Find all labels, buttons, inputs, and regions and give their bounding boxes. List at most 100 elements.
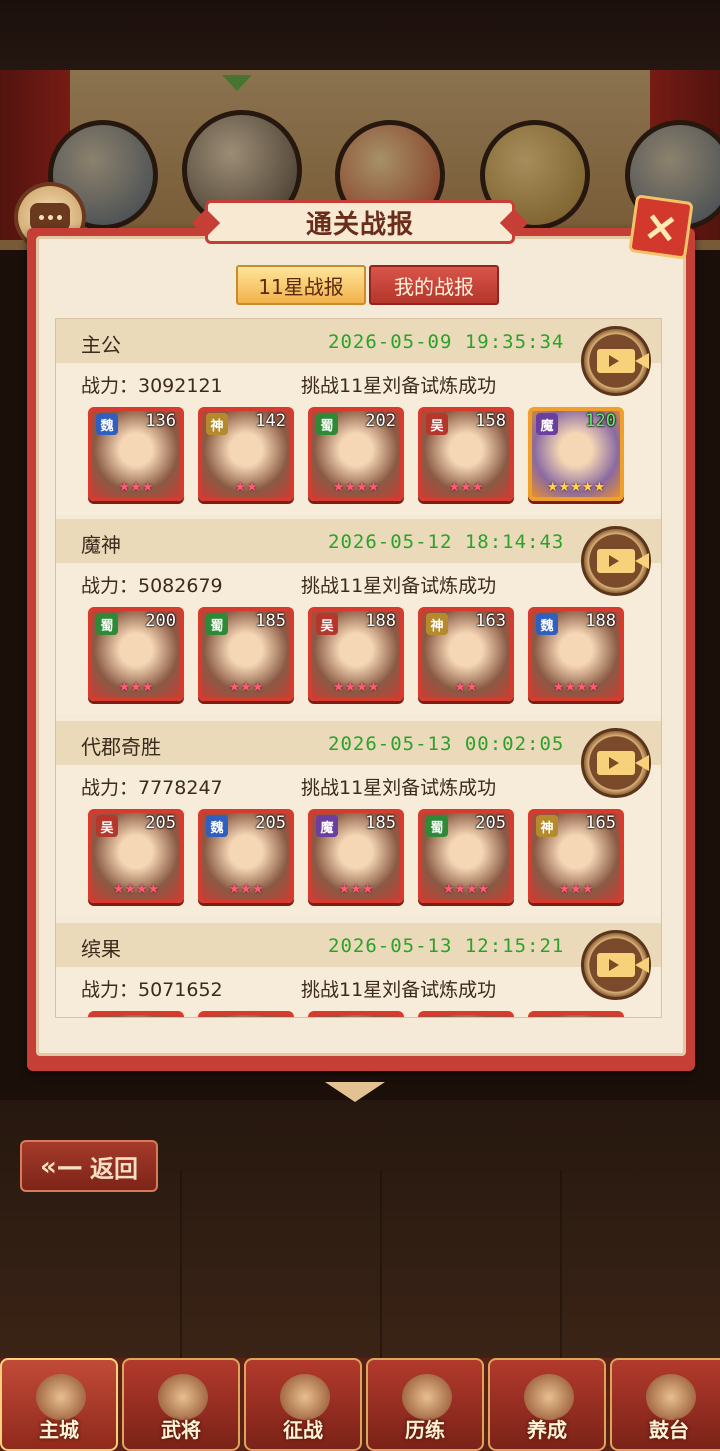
player-power: 战力：5071652 xyxy=(81,979,223,1001)
hero-card[interactable]: 神 163 ★★ xyxy=(418,607,514,701)
hero-stars: ★★★ xyxy=(338,882,374,897)
hero-level: 205 xyxy=(145,813,176,833)
faction-badge: 魏 xyxy=(96,413,118,435)
hero-lineup: 吴 205 ★★★★ 魏 205 ★★★ 魔 185 ★★★ 蜀 205 ★★★★ 神 165 ★★… xyxy=(88,809,648,904)
video-camera-icon xyxy=(597,549,649,573)
replay-button[interactable] xyxy=(581,526,651,596)
report-card: 缤果 2026-05-13 12:15:21 战力：5071652 挑战11星刘… xyxy=(56,923,661,1017)
hero-level: 200 xyxy=(145,611,176,631)
video-camera-icon xyxy=(597,751,649,775)
hero-stars: ★★★ xyxy=(228,680,264,695)
hero-stars: ★★★★ xyxy=(552,680,600,695)
hero-level: 188 xyxy=(585,611,616,631)
close-button[interactable]: × xyxy=(628,194,694,260)
hero-card[interactable] xyxy=(528,1011,624,1017)
player-name: 代郡奇胜 xyxy=(81,735,161,759)
hero-card[interactable]: 神 165 ★★★ xyxy=(528,809,624,903)
hero-level: 185 xyxy=(255,611,286,631)
faction-badge: 魏 xyxy=(536,613,558,635)
replay-button[interactable] xyxy=(581,728,651,798)
hero-card[interactable] xyxy=(308,1011,404,1017)
hero-card[interactable]: 蜀 205 ★★★★ xyxy=(418,809,514,903)
hero-level: 205 xyxy=(255,813,286,833)
hero-card[interactable] xyxy=(198,1011,294,1017)
close-icon: × xyxy=(640,199,682,254)
report-result: 挑战11星刘备试炼成功 xyxy=(301,375,497,397)
faction-badge: 蜀 xyxy=(206,613,228,635)
chat-icon xyxy=(30,203,70,231)
hero-card[interactable]: 魔 120 ★★★★★ xyxy=(528,407,624,501)
report-time: 2026-05-13 12:15:21 xyxy=(328,935,565,957)
report-time: 2026-05-09 19:35:34 xyxy=(328,331,565,353)
back-button[interactable]: «— 返回 xyxy=(20,1140,158,1192)
faction-badge: 神 xyxy=(206,413,228,435)
faction-badge: 吴 xyxy=(316,613,338,635)
hero-card[interactable]: 魏 136 ★★★ xyxy=(88,407,184,501)
nav-drum-stage[interactable]: 鼓台 xyxy=(610,1358,720,1451)
faction-badge: 魔 xyxy=(536,413,558,435)
hero-stars: ★★★ xyxy=(228,882,264,897)
report-result: 挑战11星刘备试炼成功 xyxy=(301,575,497,597)
player-power: 战力：7778247 xyxy=(81,777,223,799)
video-camera-icon xyxy=(597,953,649,977)
tab-11-star-report[interactable]: 11星战报 xyxy=(236,265,366,305)
video-camera-icon xyxy=(597,349,649,373)
hero-card[interactable]: 神 142 ★★ xyxy=(198,407,294,501)
player-power: 战力：3092121 xyxy=(81,375,223,397)
hero-level: 188 xyxy=(365,611,396,631)
hero-stars: ★★★ xyxy=(558,882,594,897)
faction-badge: 蜀 xyxy=(426,815,448,837)
hero-stars: ★★★★ xyxy=(442,882,490,897)
faction-badge: 魏 xyxy=(206,815,228,837)
hero-stars: ★★ xyxy=(454,680,478,695)
hero-stars: ★★★★ xyxy=(332,680,380,695)
faction-badge: 神 xyxy=(536,815,558,837)
replay-button[interactable] xyxy=(581,326,651,396)
report-time: 2026-05-12 18:14:43 xyxy=(328,531,565,553)
hero-level: 163 xyxy=(475,611,506,631)
hero-level: 136 xyxy=(145,411,176,431)
hero-card[interactable]: 魔 185 ★★★ xyxy=(308,809,404,903)
nav-label: 鼓台 xyxy=(649,1418,689,1442)
hero-stars: ★★★ xyxy=(448,480,484,495)
nav-label: 武将 xyxy=(161,1418,201,1442)
nav-campaign[interactable]: 征战 xyxy=(244,1358,362,1451)
player-name: 缤果 xyxy=(81,937,121,961)
report-result: 挑战11星刘备试炼成功 xyxy=(301,777,497,799)
hero-level: 120 xyxy=(585,411,616,431)
nav-cultivate[interactable]: 养成 xyxy=(488,1358,606,1451)
hero-level: 158 xyxy=(475,411,506,431)
hero-lineup xyxy=(88,1011,648,1017)
player-name: 主公 xyxy=(81,333,121,357)
hero-card[interactable] xyxy=(88,1011,184,1017)
hero-card[interactable]: 蜀 202 ★★★★ xyxy=(308,407,404,501)
hero-stars: ★★★★ xyxy=(332,480,380,495)
replay-button[interactable] xyxy=(581,930,651,1000)
hero-stars: ★★★ xyxy=(118,480,154,495)
tab-my-report[interactable]: 我的战报 xyxy=(369,265,499,305)
nav-training[interactable]: 历练 xyxy=(366,1358,484,1451)
hero-stars: ★★ xyxy=(234,480,258,495)
nav-label: 征战 xyxy=(283,1418,323,1442)
hero-card[interactable] xyxy=(418,1011,514,1017)
hero-level: 165 xyxy=(585,813,616,833)
back-arrow-icon: «— xyxy=(40,1152,83,1182)
nav-label: 主城 xyxy=(39,1418,79,1442)
hero-card[interactable]: 魏 205 ★★★ xyxy=(198,809,294,903)
nav-generals[interactable]: 武将 xyxy=(122,1358,240,1451)
chevron-down-icon[interactable] xyxy=(325,1082,385,1112)
nav-main-city[interactable]: 主城 xyxy=(0,1358,118,1451)
faction-badge: 吴 xyxy=(426,413,448,435)
hero-card[interactable]: 吴 188 ★★★★ xyxy=(308,607,404,701)
faction-badge: 魔 xyxy=(316,815,338,837)
hero-lineup: 蜀 200 ★★★ 蜀 185 ★★★ 吴 188 ★★★★ 神 163 ★★ 魏 188 ★★★★ xyxy=(88,607,648,702)
hero-card[interactable]: 吴 205 ★★★★ xyxy=(88,809,184,903)
hero-stars: ★★★★★ xyxy=(546,480,606,495)
hero-card[interactable]: 蜀 200 ★★★ xyxy=(88,607,184,701)
hero-card[interactable]: 蜀 185 ★★★ xyxy=(198,607,294,701)
nav-label: 历练 xyxy=(405,1418,445,1442)
player-name: 魔神 xyxy=(81,533,121,557)
hero-card[interactable]: 魏 188 ★★★★ xyxy=(528,607,624,701)
report-list[interactable]: 主公 2026-05-09 19:35:34 战力：3092121 挑战11星刘… xyxy=(55,318,662,1018)
hero-card[interactable]: 吴 158 ★★★ xyxy=(418,407,514,501)
